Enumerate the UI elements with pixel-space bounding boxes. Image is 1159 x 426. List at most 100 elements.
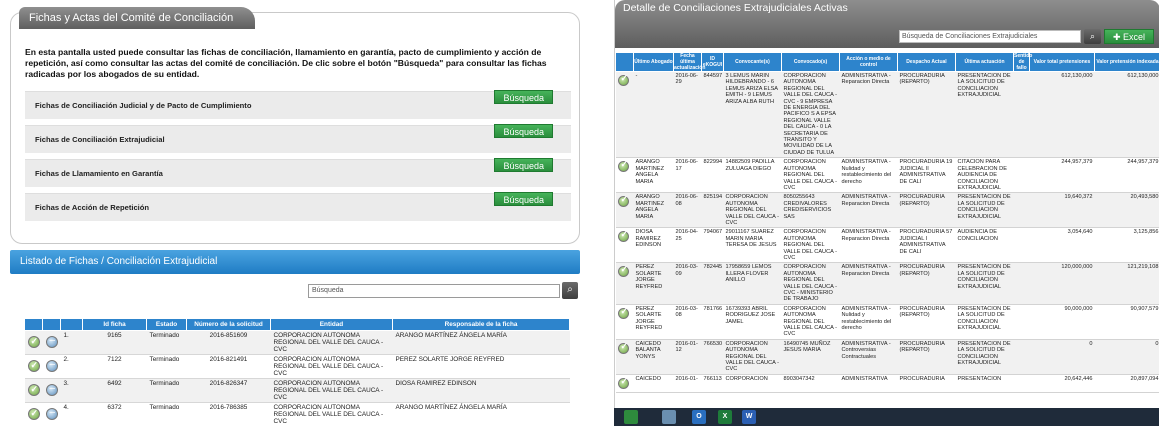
word-icon[interactable]: W (742, 410, 756, 424)
cell: 17958659 LEMOS ILLERA FLOVER ANILLO (723, 262, 782, 305)
col-header-indexada[interactable]: Valor pretensión indexada (1094, 52, 1159, 72)
col-header-valor[interactable]: Valor total pretensiones (1029, 52, 1095, 72)
outlook-icon[interactable]: O (692, 410, 706, 424)
fichas-title: Fichas y Actas del Comité de Conciliació… (19, 7, 256, 29)
cell: 16490745 MUÑOZ JESUS MARIA (781, 339, 840, 375)
cell: Terminado (146, 402, 187, 426)
busqueda-button-judicial[interactable]: Búsqueda (494, 90, 553, 104)
col-header-despacho[interactable]: Despacho Actual (897, 52, 956, 72)
conciliaciones-search-button[interactable]: ⌕ (1084, 29, 1101, 44)
col-header-ultima[interactable]: Última actuación (955, 52, 1014, 72)
cell: PROCURADURIA (REPARTO) (897, 192, 956, 229)
col-header-entidad[interactable]: Entidad (270, 318, 393, 331)
cell: PEREZ SOLARTE JORGE REYFRED (633, 304, 674, 340)
search-button[interactable]: ⌕ (562, 282, 578, 299)
cell: 90,907,579 (1094, 304, 1159, 340)
col-header-convocado[interactable]: Convocado(s) (781, 52, 840, 72)
conciliaciones-search-input[interactable]: Búsqueda de Conciliaciones Extrajudicial… (899, 30, 1081, 43)
check-icon[interactable] (27, 336, 40, 348)
cell: 3. (60, 378, 83, 403)
col-header-convocante[interactable]: Convocante(s) (723, 52, 782, 72)
cell: ADMINISTRATIVA - Reparacion Directa (839, 227, 898, 264)
search-input[interactable]: Búsqueda (308, 284, 560, 298)
col-header (42, 318, 61, 331)
row-conciliacion-extrajudicial: Fichas de Conciliación Extrajudicial Bús… (25, 124, 571, 153)
table-row: 1. 9165 Terminado 2016-851609 CORPORACIO… (24, 330, 570, 355)
table-row: CAICEDO2016-01-766113CORPORACION89030473… (615, 374, 1159, 394)
table-row: 4. 6372 Terminado 2016-786385 CORPORACIO… (24, 402, 570, 426)
search-icon: ⌕ (567, 284, 573, 295)
table-row: CAICEDO BALANTA YONYS2016-01-12766530COR… (615, 339, 1159, 375)
check-icon[interactable] (617, 342, 629, 354)
check-icon[interactable] (617, 377, 629, 389)
check-icon[interactable] (617, 161, 629, 173)
check-icon[interactable] (617, 307, 629, 319)
cell: ADMINISTRATIVA - Nulidad y restablecimie… (839, 304, 898, 340)
left-panel: Fichas y Actas del Comité de Conciliació… (10, 6, 580, 426)
cell (615, 157, 634, 194)
intro-text: En esta pantalla usted puede consultar l… (25, 47, 547, 79)
cell (1013, 157, 1030, 194)
cell: PRESENTACION DE LA SOLICITUD DE CONCILIA… (955, 304, 1014, 340)
cell: PRESENTACION DE LA SOLICITUD DE CONCILIA… (955, 262, 1014, 305)
cell: 3 LEMUS MARIN HILDEBRANDO - 6 LEMUS ARIZ… (723, 71, 782, 159)
detail-icon[interactable] (45, 383, 58, 396)
check-icon[interactable] (27, 360, 40, 372)
right-panel: Detalle de Conciliaciones Extrajudiciale… (614, 0, 1159, 426)
col-header-abogado[interactable]: Último Abogado (633, 52, 674, 72)
excel-export-button[interactable]: ✚ Excel (1104, 29, 1154, 44)
cell: 3,125,856 (1094, 227, 1159, 264)
col-header-solicitud[interactable]: Número de la solicitud (186, 318, 271, 331)
busqueda-button-repeticion[interactable]: Búsqueda (494, 192, 553, 206)
cell: PROCURADURIA 19 JUDICIAL II ADMINISTRATI… (897, 157, 956, 194)
cell: 2016-03-09 (673, 262, 702, 305)
cell: CORPORACION AUTONOMA REGIONAL DEL VALLE … (270, 354, 393, 379)
check-icon[interactable] (617, 75, 629, 86)
detail-icon[interactable] (45, 335, 58, 348)
explorer-icon[interactable] (662, 410, 676, 424)
conciliaciones-table: Último Abogado Fecha última actualizació… (615, 52, 1159, 394)
cell: ARANGO MARTÍNEZ ÁNGELA MARÍA (392, 402, 570, 426)
cell (1013, 339, 1030, 375)
col-header-accion[interactable]: Acción o medio de control (839, 52, 898, 72)
col-header-sentido[interactable]: Sentido de fallo (1013, 52, 1032, 72)
cell: 2016-786385 (186, 402, 271, 426)
check-icon[interactable] (617, 196, 629, 208)
col-header (615, 52, 634, 72)
cell: PRESENTACION DE LA SOLICITUD DE CONCILIA… (955, 339, 1014, 375)
cell: 20,493,580 (1094, 192, 1159, 229)
col-header-responsable[interactable]: Responsable de la ficha (392, 318, 570, 331)
screenshot-root: Fichas y Actas del Comité de Conciliació… (0, 0, 1159, 426)
detail-icon[interactable] (45, 359, 58, 372)
cell (24, 402, 43, 426)
check-icon[interactable] (27, 408, 40, 420)
cell: 29011167 SUAREZ MARIN MARIA TERESA DE JE… (723, 227, 782, 264)
row-label: Fichas de Conciliación Judicial y de Pac… (35, 101, 252, 110)
cell: PROCURADURIA (REPARTO) (897, 339, 956, 375)
busqueda-button-llamamiento[interactable]: Búsqueda (494, 158, 553, 172)
cell (615, 227, 634, 264)
col-header-id-ficha[interactable]: Id ficha (82, 318, 147, 331)
col-header-estado[interactable]: Estado (146, 318, 187, 331)
search-icon: ⌕ (1089, 31, 1096, 41)
excel-icon[interactable]: X (718, 410, 732, 424)
check-icon[interactable] (617, 266, 629, 278)
cell: CORPORACION AUTONOMA REGIONAL DEL VALLE … (270, 330, 393, 355)
busqueda-button-extrajudicial[interactable]: Búsqueda (494, 124, 553, 138)
cell: ADMINISTRATIVA - Reparacion Directa (839, 262, 898, 305)
cell: PRESENTACION (955, 374, 1014, 394)
cell: 8903047342 (781, 374, 840, 394)
check-icon[interactable] (617, 231, 629, 243)
cell: 825194 (701, 192, 724, 229)
cell: 14882509 PADILLA ZULUAGA DIEGO (723, 157, 782, 194)
table-row: 3. 6492 Terminado 2016-826347 CORPORACIO… (24, 378, 570, 403)
col-header-fecha[interactable]: Fecha última actualización (673, 52, 705, 72)
cell: AUDIENCIA DE CONCILIACION (955, 227, 1014, 264)
windows-icon[interactable] (624, 410, 638, 424)
detail-icon[interactable] (45, 407, 58, 420)
cell: 2016-01- (673, 374, 702, 394)
cell: 2. (60, 354, 83, 379)
check-icon[interactable] (27, 384, 40, 396)
cell (24, 330, 43, 355)
cell: 2016-06-29 (673, 71, 702, 159)
